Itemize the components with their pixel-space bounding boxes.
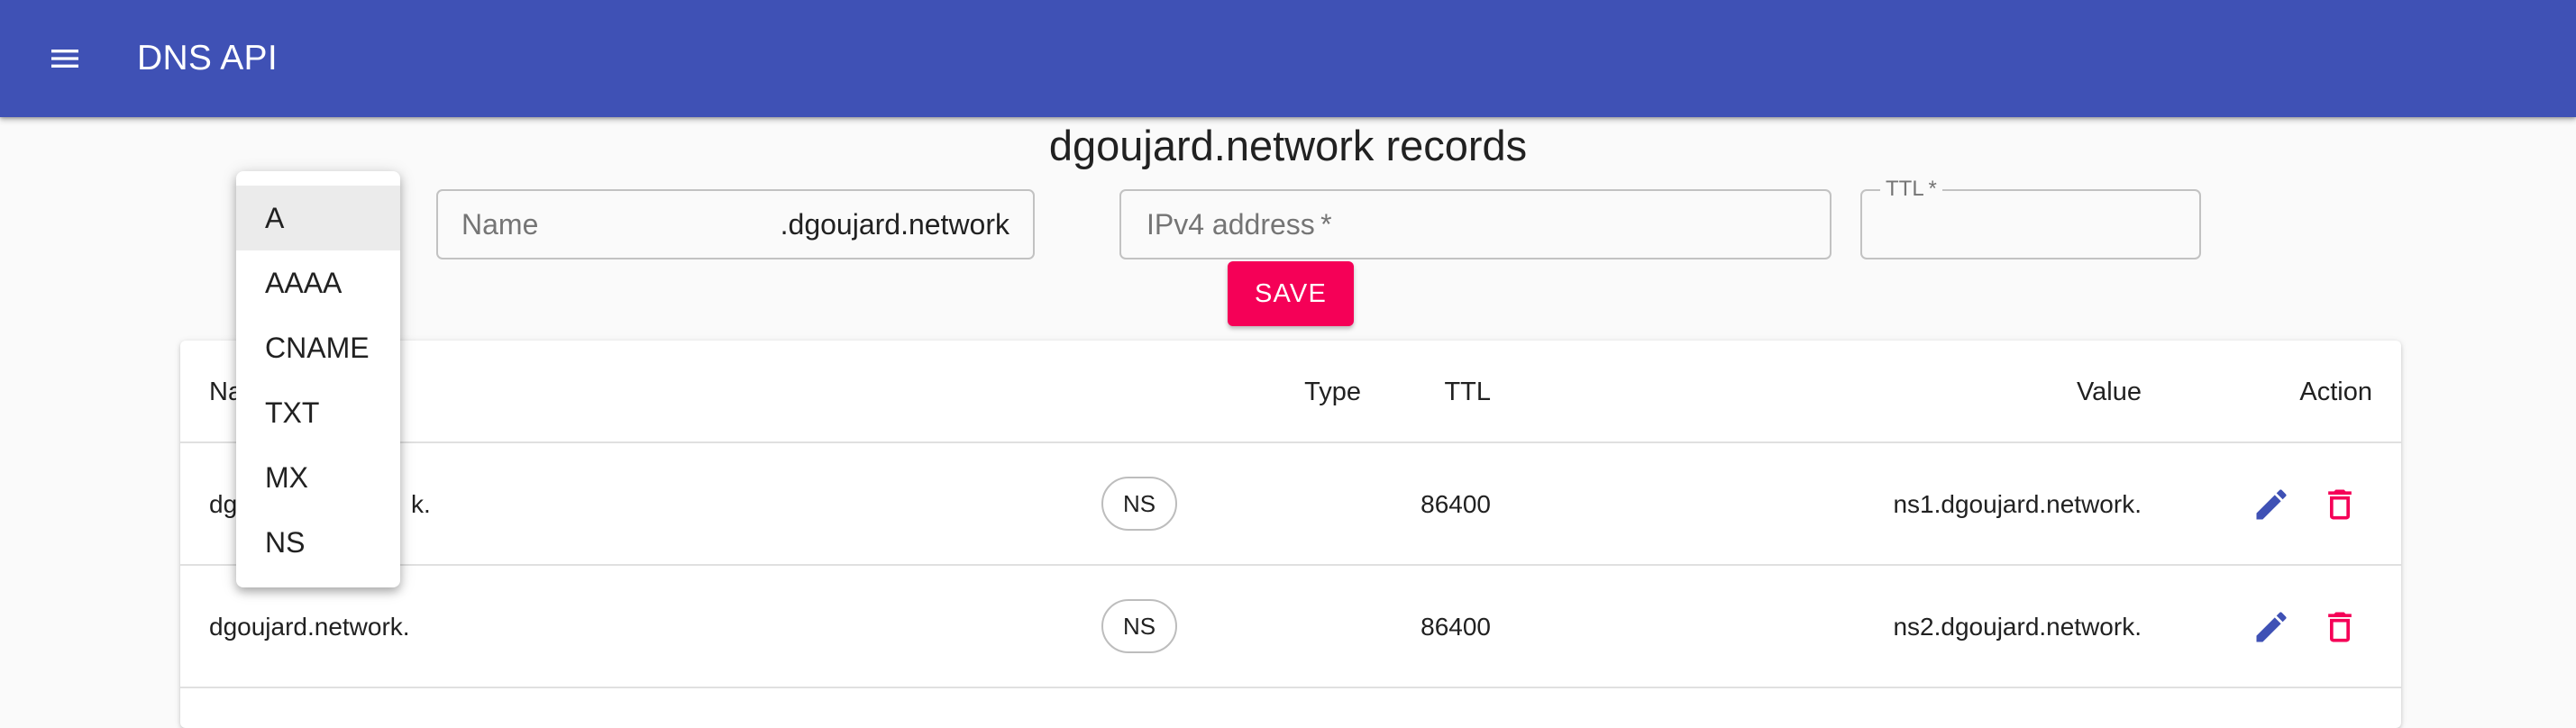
page-title: dgoujard.network records <box>1048 122 1528 169</box>
row-name-start: dg <box>209 490 238 518</box>
row-value: ns2.dgoujard.network. <box>1893 613 2142 641</box>
type-option-aaaa[interactable]: AAAA <box>236 250 400 315</box>
delete-button[interactable] <box>2315 479 2365 530</box>
header-value: Value <box>2076 378 2142 406</box>
type-option-a[interactable]: A <box>236 186 400 250</box>
header-type: Type <box>1304 378 1361 406</box>
header-ttl: TTL <box>1444 378 1491 406</box>
edit-button[interactable] <box>2246 602 2297 652</box>
row-value: ns1.dgoujard.network. <box>1893 490 2142 518</box>
row-name: dgoujard.network. <box>209 613 410 641</box>
save-button[interactable]: SAVE <box>1228 261 1354 326</box>
type-option-txt[interactable]: TXT <box>236 380 400 445</box>
type-option-cname[interactable]: CNAME <box>236 315 400 380</box>
record-type-dropdown: A AAAA CNAME TXT MX NS <box>236 171 400 587</box>
ipv4-placeholder: IPv4 address * <box>1146 208 1332 241</box>
table-row: dg k. NS 86400 ns1.dgoujard.network. <box>180 443 2401 566</box>
app-bar: DNS API <box>0 0 2576 117</box>
ttl-field[interactable]: TTL * <box>1860 177 2201 259</box>
name-suffix: .dgoujard.network <box>780 208 1009 241</box>
row-name-end: k. <box>411 490 431 518</box>
header-action: Action <box>2299 378 2372 406</box>
trash-icon <box>2328 489 2352 520</box>
delete-button[interactable] <box>2315 602 2365 652</box>
table-header-row: Na Type TTL Value Action <box>180 341 2401 443</box>
name-placeholder: Name <box>461 208 539 241</box>
pencil-icon <box>2256 489 2287 520</box>
table-row: dgoujard.network. NS 86400 ns2.dgoujard.… <box>180 566 2401 688</box>
app-title: DNS API <box>137 39 278 77</box>
records-table: Na Type TTL Value Action dg k. NS 86400 … <box>180 341 2401 728</box>
pencil-icon <box>2256 612 2287 642</box>
ttl-label: TTL * <box>1880 177 1942 202</box>
type-chip: NS <box>1101 477 1177 531</box>
type-option-mx[interactable]: MX <box>236 445 400 510</box>
trash-icon <box>2328 612 2352 642</box>
menu-icon <box>51 50 78 68</box>
type-chip: NS <box>1101 599 1177 653</box>
row-ttl: 86400 <box>1420 490 1491 518</box>
menu-button[interactable] <box>32 26 97 91</box>
type-option-ns[interactable]: NS <box>236 510 400 575</box>
row-ttl: 86400 <box>1420 613 1491 641</box>
edit-button[interactable] <box>2246 479 2297 530</box>
name-field[interactable]: Name .dgoujard.network <box>436 189 1035 259</box>
ipv4-address-field[interactable]: IPv4 address * <box>1119 189 1832 259</box>
